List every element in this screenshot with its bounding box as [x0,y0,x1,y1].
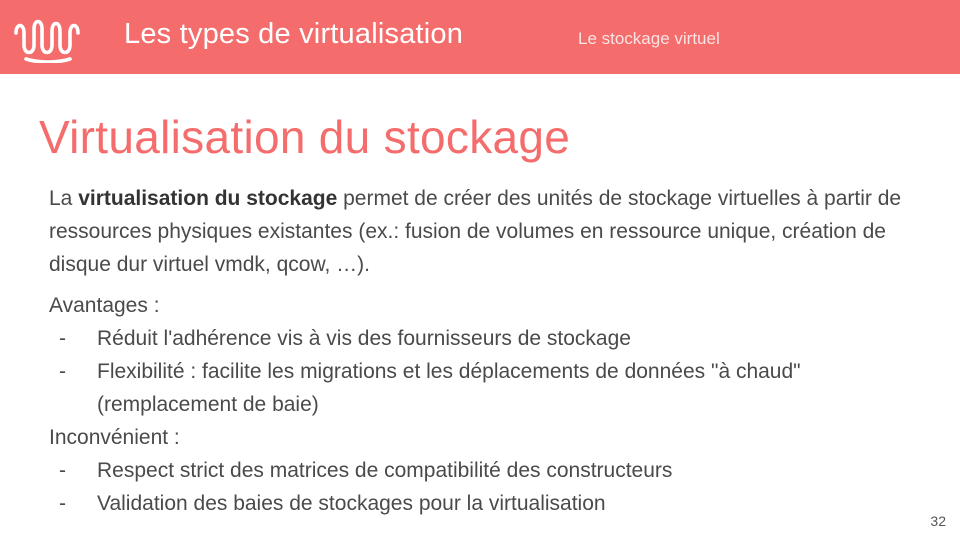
slide-body: La virtualisation du stockage permet de … [49,182,909,520]
intro-prefix: La [49,187,79,210]
list-item: - Réduit l'adhérence vis à vis des fourni… [49,322,909,355]
dash-bullet: - [59,459,66,482]
header-subtitle: Le stockage virtuel [578,29,720,48]
list-item-text: Respect strict des matrices de compatibi… [97,459,673,482]
list-item-text: Réduit l'adhérence vis à vis des fournis… [97,327,631,350]
intro-paragraph: La virtualisation du stockage permet de … [49,182,909,281]
list-item: - Respect strict des matrices de compatib… [49,454,909,487]
header-title: Les types de virtualisation [124,18,464,50]
list-item-text: Validation des baies de stockages pour l… [97,492,606,515]
list-item: - Flexibilité : facilite les migrations e… [49,355,909,421]
slide-title: Virtualisation du stockage [39,111,571,163]
advantages-list: - Réduit l'adhérence vis à vis des fourni… [49,322,909,421]
dash-bullet: - [59,360,66,383]
drawbacks-label: Inconvénient : [49,426,180,449]
wave-logo-icon [14,19,80,63]
slide-header: Les types de virtualisation Le stockage … [0,0,960,74]
dash-bullet: - [59,492,66,515]
intro-bold-term: virtualisation du stockage [78,187,338,210]
drawbacks-list: - Respect strict des matrices de compatib… [49,454,909,520]
list-item-text: Flexibilité : facilite les migrations et… [97,360,801,416]
page-number: 32 [930,513,946,529]
list-item: - Validation des baies de stockages pour … [49,487,909,520]
advantages-label: Avantages : [49,294,160,317]
dash-bullet: - [59,327,66,350]
